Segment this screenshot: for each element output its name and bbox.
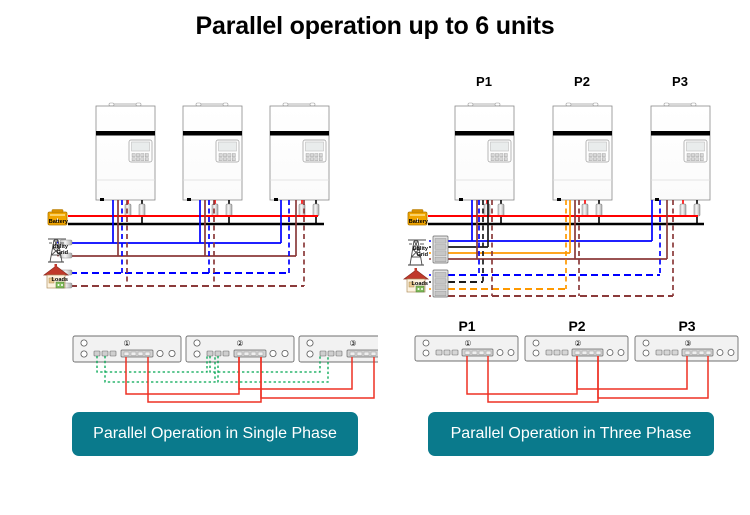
inverter-unit-p1 [454,102,515,201]
inverter-unit-2 [182,102,243,201]
single-phase-schematic: + ① ② ③ [42,102,378,403]
svg-text:③: ③ [349,339,356,348]
board-tag-p1: P1 [458,318,476,334]
parallel-cable-red-group [466,356,709,403]
utility-grid-wiring [448,200,668,260]
svg-text:③: ③ [684,339,691,348]
inverter-unit-3 [269,102,330,201]
svg-text:①: ① [464,339,471,348]
svg-text:①: ① [123,339,130,348]
caption-three-phase: Parallel Operation in Three Phase [428,412,714,456]
label-battery-three: Battery [408,219,428,225]
utility-grid-wiring [70,200,297,257]
caption-single-phase: Parallel Operation in Single Phase [72,412,358,456]
page-title: Parallel operation up to 6 units [195,12,555,40]
diagram-single-phase: + ① ② ③ [8,60,378,460]
loads-breaker-block [429,269,449,298]
inverter-unit-1 [95,102,156,201]
label-loads-single: Loads [51,277,68,283]
label-utility-grid-three-line2: Grid [416,252,429,258]
three-phase-schematic: + ① ② ③ [402,102,739,403]
loads-wiring [448,200,674,297]
battery-bus [68,215,324,226]
label-loads-three: Loads [411,281,428,287]
board-tag-p2: P2 [568,318,586,334]
svg-text:②: ② [236,339,243,348]
house-icon [42,264,70,289]
unit-tag-p1: P1 [476,74,492,89]
diagram-three-phase: + ① ② ③ [380,60,742,460]
parallel-board-2: ② [185,335,295,363]
label-utility-grid-single-line2: Grid [56,250,69,256]
board-tag-p3: P3 [678,318,696,334]
unit-tag-p2: P2 [574,74,590,89]
unit-tag-p3: P3 [672,74,688,89]
house-icon [402,268,430,293]
parallel-board-1: ① [72,335,182,363]
parallel-cable-red-group [125,357,375,403]
parallel-board-3: ③ [298,335,378,363]
grid-breaker-block [429,235,449,264]
svg-text:②: ② [574,339,581,348]
battery-connectors-group [124,200,320,224]
inverter-unit-p3 [650,102,711,201]
label-battery-single: Battery [48,219,68,225]
inverter-unit-p2 [552,102,613,201]
